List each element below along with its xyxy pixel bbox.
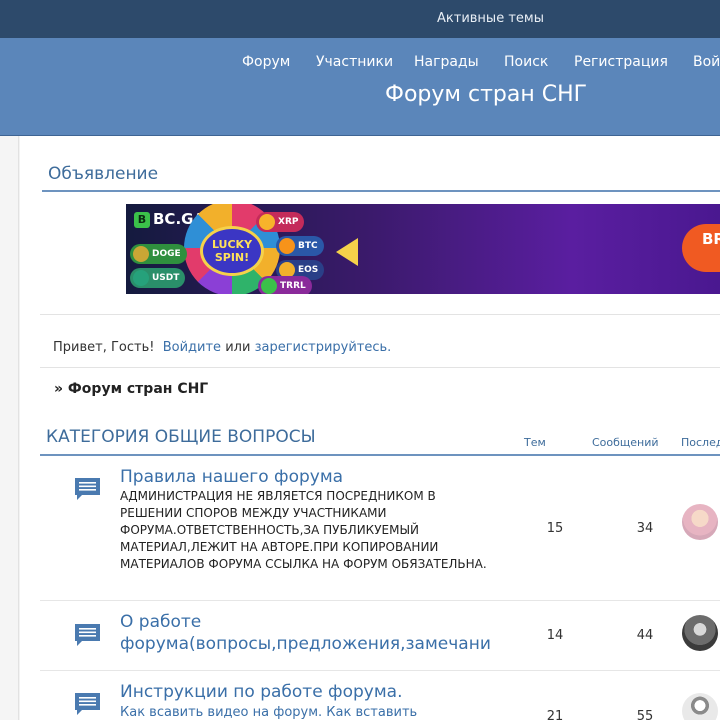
forum-icon [75,693,100,715]
topics-count: 15 [546,521,564,536]
divider [40,314,720,315]
nav-awards[interactable]: Награды [414,54,479,70]
forum-row[interactable]: Инструкции по работе форума. Как всавить… [40,671,720,720]
announcement-divider [42,190,720,192]
coin-trrl: TRRL [258,276,312,294]
login-link[interactable]: Войдите [163,340,221,355]
forum-title[interactable]: Инструкции по работе форума. [120,681,402,703]
forum-description: АДМИНИСТРАЦИЯ НЕ ЯВЛЯЕТСЯ ПОСРЕДНИКОМ В … [120,489,487,571]
col-header-topics: Тем [524,436,546,449]
col-header-last: Последнее [681,436,720,449]
left-gutter [0,136,19,720]
banner-cta-button[interactable]: BR [682,224,720,272]
welcome-text: Привет, Гость! Войдите или зарегистрируй… [53,340,391,355]
posts-count: 44 [636,628,654,643]
divider [40,367,720,368]
bc-logo-icon: B [134,212,150,228]
top-bar: Активные темы [0,0,720,38]
site-title: Форум стран СНГ [385,82,588,107]
nav-register[interactable]: Регистрация [574,54,668,70]
forum-icon [75,624,100,646]
nav-forum[interactable]: Форум [242,54,290,70]
main-content: Объявление B BC.GAME XRP BTC DOGE EOS USD… [20,136,720,720]
avatar[interactable] [682,693,718,720]
greeting: Привет, Гость! [53,340,155,355]
wheel-pointer-icon [336,238,358,266]
topics-count: 14 [546,628,564,643]
coin-usdt: USDT [130,268,186,288]
breadcrumb[interactable]: » Форум стран СНГ [54,381,208,397]
lucky-spin-label: LUCKY SPIN! [200,226,264,276]
coin-doge: DOGE [130,244,187,264]
posts-count: 34 [636,521,654,536]
avatar[interactable] [682,504,718,540]
nav-members[interactable]: Участники [316,54,393,70]
forum-description: Как всавить видео на форум. Как вставить [120,705,418,720]
register-link[interactable]: зарегистрируйтесь [255,340,388,355]
col-header-posts: Сообщений [592,436,659,449]
forum-icon [75,478,100,500]
coin-xrp: XRP [256,212,305,232]
topics-count: 21 [546,709,564,720]
announcement-title: Объявление [48,164,159,184]
avatar[interactable] [682,615,718,651]
forum-title[interactable]: Правила нашего форума [120,466,343,488]
ad-banner[interactable]: B BC.GAME XRP BTC DOGE EOS USDT TRRL LUCK… [126,204,720,294]
site-header: Форум Участники Награды Поиск Регистраци… [0,38,720,136]
category-title[interactable]: КАТЕГОРИЯ ОБЩИЕ ВОПРОСЫ [46,427,316,447]
forum-row[interactable]: Правила нашего форума АДМИНИСТРАЦИЯ НЕ Я… [40,456,720,601]
forum-title[interactable]: О работе форума(вопросы,предложения,заме… [120,611,500,655]
forum-row[interactable]: О работе форума(вопросы,предложения,заме… [40,601,720,671]
posts-count: 55 [636,709,654,720]
welcome-dot: . [387,340,392,355]
nav-search[interactable]: Поиск [504,54,548,70]
coin-btc: BTC [276,236,324,256]
active-topics-link[interactable]: Активные темы [437,11,544,26]
or-text: или [225,340,251,355]
nav-login[interactable]: Войти [693,54,720,70]
